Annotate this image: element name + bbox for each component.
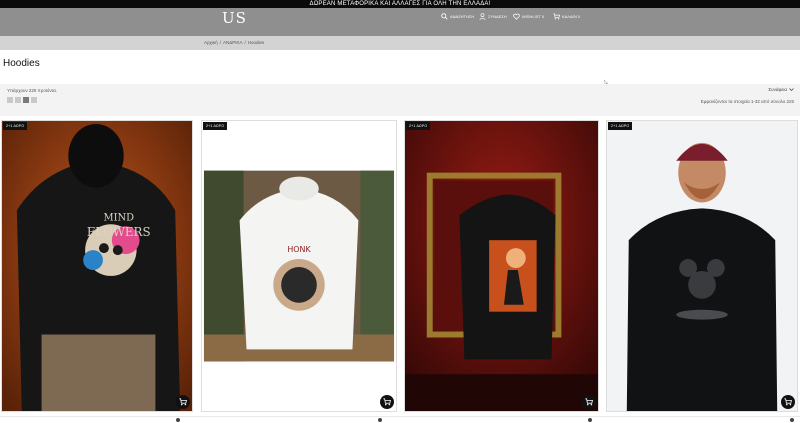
announcement-bar: ΔΩΡΕΑΝ ΜΕΤΑΦΟΡΙΚΑ ΚΑΙ ΑΛΛΑΓΕΣ ΓΙΑ ΟΛΗ ΤΗ… (0, 0, 800, 8)
carousel-dot[interactable] (176, 418, 180, 422)
promo-badge: 2+1 ΔΩΡΟ (608, 122, 633, 130)
product-image-mouse-character-hoodie[interactable] (607, 121, 797, 411)
cart-label: ΚΑΛΑΘΙ 0 (562, 14, 581, 19)
carousel-dot[interactable] (790, 418, 794, 422)
add-to-cart-button[interactable] (781, 395, 795, 409)
grid-view-4-icon[interactable] (23, 97, 29, 103)
page-title: Hoodies (3, 58, 40, 69)
product-image-white-samurai-hoodie[interactable]: HONK (202, 121, 396, 411)
breadcrumb-separator: / (244, 40, 246, 45)
cart-icon (179, 398, 187, 406)
grid-view-2-icon[interactable] (7, 97, 13, 103)
promo-badge: 2+1 ΔΩΡΟ (3, 122, 28, 130)
horizontal-scrollbar[interactable] (0, 416, 800, 423)
breadcrumb: Αρχική / ΑΝΔΡΙΚΑ / Hoodies (204, 40, 264, 45)
svg-text:HONK: HONK (287, 245, 311, 254)
cart-icon (784, 398, 792, 406)
cart-icon (383, 398, 391, 406)
breadcrumb-home[interactable]: Αρχική (204, 40, 218, 45)
carousel-dot[interactable] (378, 418, 382, 422)
view-switcher (7, 97, 37, 103)
cart-button[interactable]: ΚΑΛΑΘΙ 0 (553, 13, 580, 20)
cart-icon (553, 13, 560, 20)
promo-badge: 2+1 ΔΩΡΟ (406, 122, 431, 130)
wishlist-button[interactable]: WISHLIST 0 (513, 13, 544, 20)
wishlist-label: WISHLIST 0 (522, 14, 545, 19)
promo-badge: 2+1 ΔΩΡΟ (203, 122, 228, 130)
grid-view-3-icon[interactable] (15, 97, 21, 103)
product-count: Υπάρχουν 225 προϊόντα. (7, 88, 58, 93)
product-card[interactable]: HONK 2+1 ΔΩΡΟ (201, 120, 397, 412)
product-card[interactable]: 2+1 ΔΩΡΟ (404, 120, 599, 412)
account-button[interactable]: ΣΥΝΔΕΣΗ (479, 13, 507, 20)
product-card[interactable]: 2+1 ΔΩΡΟ (606, 120, 798, 412)
results-summary: Εμφανίζονται τα στοιχεία 1-32 από σύνολο… (700, 99, 794, 104)
user-icon (479, 13, 486, 20)
list-view-icon[interactable] (31, 97, 37, 103)
product-image-black-samurai-hoodie[interactable] (405, 121, 598, 411)
sort-select[interactable]: Συνάφεια (768, 87, 794, 92)
breadcrumb-current: Hoodies (247, 40, 265, 45)
svg-text:MIND: MIND (103, 212, 134, 223)
announcement-text: ΔΩΡΕΑΝ ΜΕΤΑΦΟΡΙΚΑ ΚΑΙ ΑΛΛΑΓΕΣ ΓΙΑ ΟΛΗ ΤΗ… (309, 1, 491, 7)
product-toolbar: Υπάρχουν 225 προϊόντα. Συνάφεια Εμφανίζο… (0, 84, 800, 116)
breadcrumb-bar: Αρχική / ΑΝΔΡΙΚΑ / Hoodies (0, 36, 800, 50)
product-card[interactable]: MIND FLOWERS 2+1 ΔΩΡΟ (1, 120, 193, 412)
product-image-skull-flowers-hoodie[interactable]: MIND FLOWERS (2, 121, 192, 411)
breadcrumb-separator: / (219, 40, 221, 45)
breadcrumb-men[interactable]: ΑΝΔΡΙΚΑ (223, 40, 243, 45)
add-to-cart-button[interactable] (582, 395, 596, 409)
search-label: ΑΝΑΖΗΤΗΣΗ (450, 14, 475, 19)
carousel-dot[interactable] (588, 418, 592, 422)
add-to-cart-button[interactable] (176, 395, 190, 409)
heart-icon (513, 13, 520, 20)
search-icon (441, 13, 448, 20)
search-button[interactable]: ΑΝΑΖΗΤΗΣΗ (441, 13, 474, 20)
add-to-cart-button[interactable] (380, 395, 394, 409)
cart-icon (585, 398, 593, 406)
account-label: ΣΥΝΔΕΣΗ (488, 14, 507, 19)
chevron-down-icon (789, 88, 794, 92)
svg-text:FLOWERS: FLOWERS (87, 225, 151, 239)
site-header: US ΑΝΑΖΗΤΗΣΗ ΣΥΝΔΕΣΗ WISHLIST 0 ΚΑΛΑΘΙ 0… (0, 8, 800, 41)
logo[interactable]: US (222, 9, 247, 27)
sort-value: Συνάφεια (768, 87, 787, 92)
